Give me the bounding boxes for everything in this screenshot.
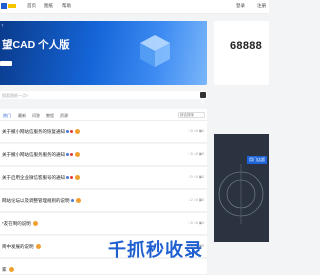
promo-graphic (218, 164, 264, 224)
view-count: 0 (202, 152, 204, 156)
pin-icon (66, 176, 69, 180)
like-count: 0 (190, 129, 193, 133)
tab-qa[interactable]: 问答 (32, 113, 40, 119)
post-stats: ♡0 ○0 ▣0 (187, 129, 204, 133)
search-icon (201, 100, 206, 105)
post-title[interactable]: *友在制的说明 (2, 221, 38, 227)
search-placeholder: 搜索图纸一点? (2, 92, 29, 98)
avatar[interactable] (75, 129, 80, 135)
post-row[interactable]: *友在制的说明 ♡0 ○0 ▣0 (0, 213, 207, 235)
avatar[interactable] (75, 175, 80, 181)
tab-resources[interactable]: 资源 (60, 113, 68, 119)
hot-icon (70, 130, 73, 134)
comment-count: 0 (195, 198, 198, 202)
comment-count: 0 (195, 129, 198, 133)
post-row[interactable]: 关于启用企业微信客服号的通知 ♡0 ○0 ▣0 (0, 167, 207, 189)
hot-icon (70, 176, 73, 180)
post-title[interactable]: 简中发展的说明 (2, 244, 41, 250)
view-count: 0 (202, 129, 204, 133)
post-title-text: 关于撤小网站信服务的恢复通知 (2, 129, 65, 134)
search-button[interactable] (200, 92, 206, 105)
sort-select-label: 综合排序 (180, 113, 194, 117)
post-title-text: 关于启用企业微信客服号的通知 (2, 175, 65, 180)
post-title[interactable]: 网站论坛以及调整管理规则的说明 (2, 198, 81, 204)
post-row[interactable]: 关于撤小网站信服务的恢复通知 ♡0 ○0 ▣0 (0, 121, 207, 143)
pin-icon (66, 130, 69, 134)
promo-label: 用门店超 (247, 156, 267, 164)
view-count: 0 (202, 198, 204, 202)
comment-count: 0 (195, 152, 198, 156)
post-stats: ♡0 ○0 ▣0 (187, 175, 204, 179)
promo-panel[interactable]: 用门店超 (214, 134, 269, 242)
register-link[interactable]: 注册 (257, 3, 266, 9)
content-tabs: 热门 最新 问答 教程 资源 综合排序 (0, 109, 207, 121)
banner-button[interactable] (0, 61, 12, 66)
tab-hot[interactable]: 热门 (3, 113, 11, 119)
pin-icon (70, 199, 74, 203)
avatar[interactable] (75, 152, 80, 158)
like-count: 0 (190, 152, 193, 156)
avatar[interactable] (75, 198, 81, 204)
comment-count: 0 (195, 221, 198, 225)
like-count: 0 (190, 221, 193, 225)
comment-count: 0 (195, 175, 198, 179)
post-title[interactable]: 家 (2, 267, 14, 273)
brand-watermark: 千抓秒收录 (108, 240, 203, 260)
hero-banner[interactable]: T 望CAD 个人版 (0, 21, 207, 85)
post-title[interactable]: 关于启用企业微信客服号的通知 (2, 175, 80, 181)
pin-icon (66, 153, 69, 157)
contact-phone: 68888 (230, 40, 263, 52)
tab-tutorials[interactable]: 教程 (46, 113, 54, 119)
post-stats: ♡0 ○0 ▣0 (187, 152, 204, 156)
sort-select[interactable]: 综合排序 (178, 112, 205, 118)
nav-help[interactable]: 帮助 (62, 3, 71, 9)
post-title-text: 关于撤小网站信服务服务的通知 (2, 152, 65, 157)
post-stats: ♡0 ○0 ▣0 (187, 221, 204, 225)
nav-home[interactable]: 首页 (27, 3, 36, 9)
view-count: 0 (202, 221, 204, 225)
post-title-text: *友在制的说明 (2, 221, 31, 226)
contact-card (214, 21, 269, 85)
view-count: 0 (202, 175, 204, 179)
top-navigation: 首页 图纸 帮助 登录 注册 (0, 0, 269, 14)
cube-graphic (140, 35, 170, 67)
post-title-text: 网站论坛以及调整管理规则的说明 (2, 198, 70, 203)
avatar[interactable] (35, 244, 41, 250)
like-count: 0 (190, 175, 193, 179)
avatar[interactable] (8, 267, 14, 273)
post-row[interactable]: 关于撤小网站信服务服务的通知 ♡0 ○0 ▣0 (0, 144, 207, 166)
hot-icon (70, 153, 73, 157)
post-title-text: 家 (2, 267, 7, 272)
post-title-text: 简中发展的说明 (2, 244, 34, 249)
avatar[interactable] (32, 221, 38, 227)
tab-latest[interactable]: 最新 (18, 113, 26, 119)
like-count: 2 (190, 198, 193, 202)
nav-drawings[interactable]: 图纸 (44, 3, 53, 9)
post-title[interactable]: 关于撤小网站信服务服务的通知 (2, 152, 80, 158)
banner-title: 望CAD 个人版 (2, 39, 70, 51)
post-row[interactable]: 网站论坛以及调整管理规则的说明 ♡2 ○0 ▣0 (0, 190, 207, 212)
banner-tag: T (1, 23, 4, 28)
search-bar[interactable]: 搜索图纸一点? (0, 91, 207, 105)
post-stats: ♡2 ○0 ▣0 (187, 198, 204, 202)
site-logo[interactable] (1, 1, 17, 11)
post-title[interactable]: 关于撤小网站信服务的恢复通知 (2, 129, 80, 135)
login-link[interactable]: 登录 (236, 3, 245, 9)
